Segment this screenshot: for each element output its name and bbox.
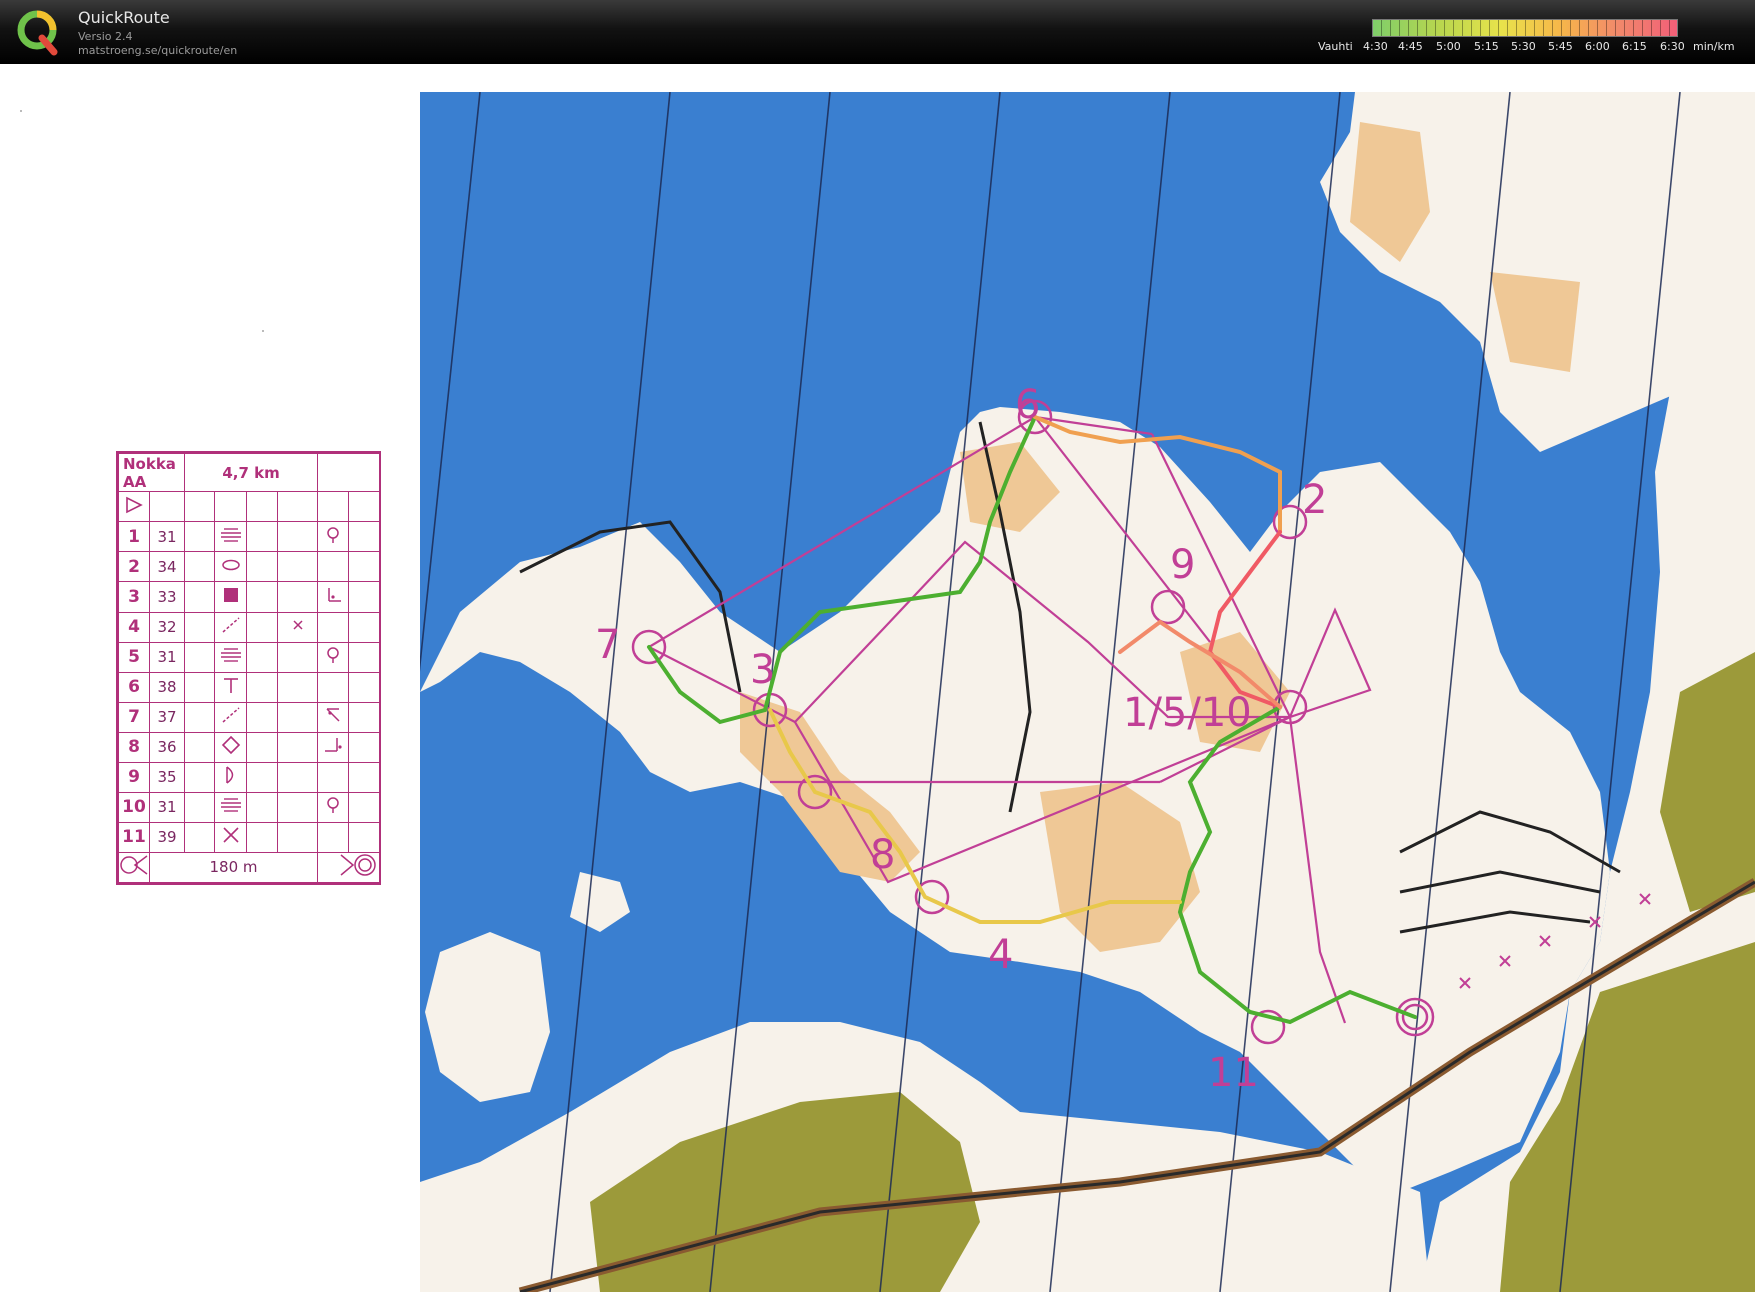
pace-tick: 6:30 [1660, 40, 1685, 53]
control-number: 1 [118, 521, 150, 553]
pace-tick: 5:30 [1511, 40, 1536, 53]
finish-start-icon [118, 851, 150, 884]
control-number: 9 [118, 761, 150, 793]
cliff-icon [214, 761, 247, 793]
quickroute-logo-icon [16, 8, 60, 56]
pace-tick: 5:00 [1436, 40, 1461, 53]
pace-color-scale [1372, 19, 1678, 37]
control-code: 32 [149, 611, 185, 643]
pace-tick: 5:15 [1474, 40, 1499, 53]
control-label-11: 11 [1208, 1050, 1259, 1096]
control-label-2: 2 [1302, 477, 1328, 523]
finish-circle-icon [317, 851, 381, 884]
control-number: 3 [118, 581, 150, 613]
control-number: 7 [118, 701, 150, 733]
waterhole-icon [317, 791, 350, 823]
terraces-icon [214, 641, 247, 673]
cross-icon [214, 821, 247, 853]
control-row: 1 31 [118, 521, 381, 553]
top-corner-icon [317, 701, 350, 733]
control-label-6: 6 [1015, 382, 1041, 428]
pace-tick: 4:45 [1398, 40, 1423, 53]
knoll-icon [214, 551, 247, 583]
control-row: 9 35 [118, 761, 381, 793]
foot-corner-icon [317, 731, 350, 763]
control-label-4: 4 [988, 932, 1014, 978]
pace-scale-ticks [1373, 20, 1677, 36]
scan-speck [20, 110, 22, 112]
terraces-icon [214, 791, 247, 823]
control-label-3: 3 [750, 647, 776, 693]
app-url[interactable]: matstroeng.se/quickroute/en [78, 44, 237, 57]
control-description-card: Nokka AA 4,7 km 1 31 2 34 3 33 4 32 5 31… [116, 451, 381, 885]
control-label-9: 9 [1170, 542, 1196, 588]
control-code: 36 [149, 731, 185, 763]
control-row: 11 39 [118, 821, 381, 853]
control-row: 10 31 [118, 791, 381, 823]
waterhole-icon [317, 641, 350, 673]
control-row: 4 32 [118, 611, 381, 643]
control-code: 39 [149, 821, 185, 853]
control-number: 11 [118, 821, 150, 853]
pace-unit: min/km [1693, 40, 1735, 53]
course-length: 4,7 km [183, 452, 319, 493]
control-number: 10 [118, 791, 150, 823]
control-code: 33 [149, 581, 185, 613]
control-label-1-5-10: 1/5/10 [1123, 690, 1252, 736]
foot-corner-icon [317, 581, 350, 613]
terraces-icon [214, 521, 247, 553]
waterhole-icon [317, 521, 350, 553]
pace-tick: 6:00 [1585, 40, 1610, 53]
diamond-icon [214, 731, 247, 763]
control-row: 3 33 [118, 581, 381, 613]
app-version: Versio 2.4 [78, 30, 133, 43]
control-code: 31 [149, 641, 185, 673]
app-name: QuickRoute [78, 8, 170, 27]
pace-tick: 4:30 [1363, 40, 1388, 53]
control-code: 31 [149, 521, 185, 553]
control-code: 31 [149, 791, 185, 823]
control-number: 5 [118, 641, 150, 673]
pace-scale-label: Vauhti [1318, 40, 1353, 53]
control-number: 8 [118, 731, 150, 763]
gully-icon [214, 611, 247, 643]
control-label-8: 8 [870, 832, 896, 878]
control-row: 5 31 [118, 641, 381, 673]
map-canvas[interactable] [420, 92, 1755, 1292]
boulder-icon [214, 581, 247, 613]
control-number: 4 [118, 611, 150, 643]
control-label-7: 7 [595, 622, 621, 668]
control-code: 35 [149, 761, 185, 793]
scan-speck [262, 330, 264, 332]
finish-distance: 180 m [148, 851, 319, 884]
control-row: 2 34 [118, 551, 381, 583]
control-row: 7 37 [118, 701, 381, 733]
gully-icon [214, 701, 247, 733]
orienteering-map[interactable]: 6 2 9 7 3 1/5/10 8 4 11 [420, 92, 1755, 1292]
control-description-table: Nokka AA 4,7 km 1 31 2 34 3 33 4 32 5 31… [118, 452, 381, 884]
control-code: 38 [149, 671, 185, 703]
control-number: 6 [118, 671, 150, 703]
pace-tick: 6:15 [1622, 40, 1647, 53]
control-row: 8 36 [118, 731, 381, 763]
control-row: 6 38 [118, 671, 381, 703]
path-end-icon [214, 671, 247, 703]
start-triangle-icon [118, 491, 150, 523]
control-number: 2 [118, 551, 150, 583]
pace-tick: 5:45 [1548, 40, 1573, 53]
course-name: Nokka AA [118, 452, 185, 493]
control-code: 34 [149, 551, 185, 583]
crossing-icon [276, 611, 319, 643]
control-code: 37 [149, 701, 185, 733]
title-bar: QuickRoute Versio 2.4 matstroeng.se/quic… [0, 0, 1755, 64]
